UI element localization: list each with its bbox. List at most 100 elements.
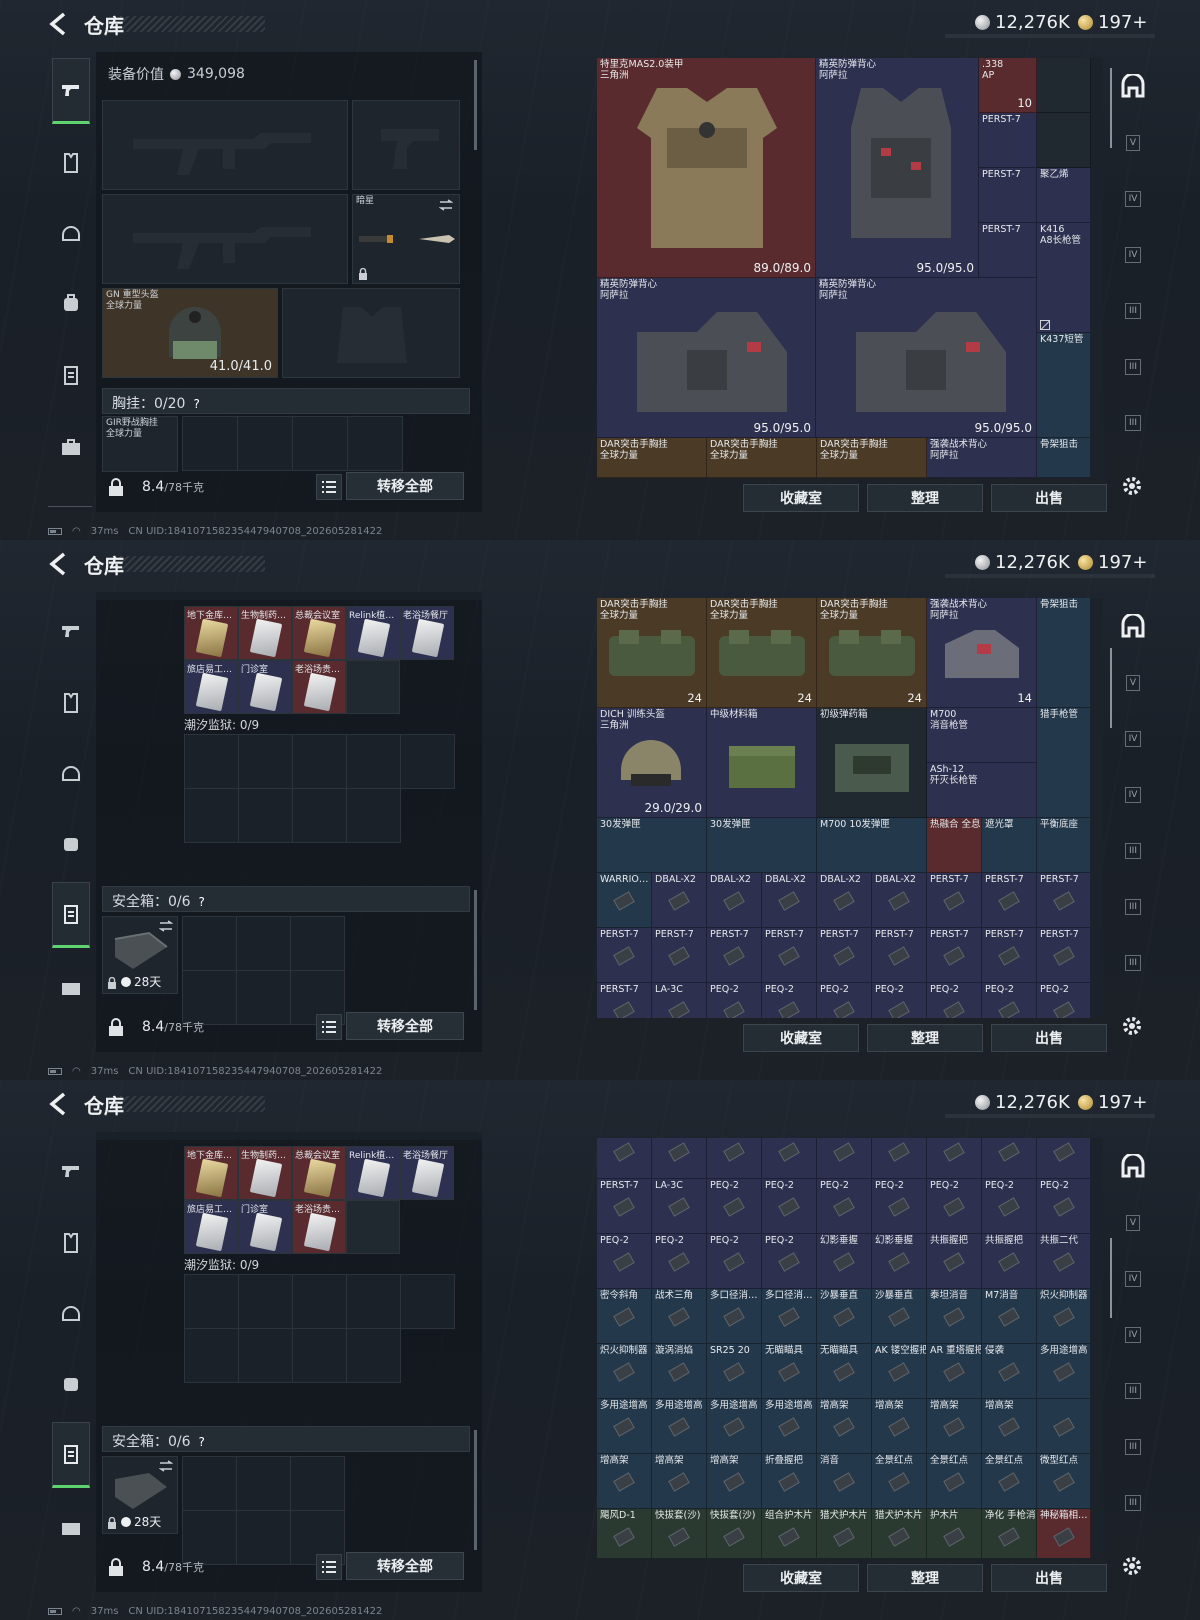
stash-item[interactable]: PEQ-2 — [927, 1179, 982, 1234]
stash-item[interactable]: 猎手枪管 — [1037, 708, 1091, 818]
nav-armor[interactable] — [52, 130, 90, 196]
stash-item[interactable]: 增高架 — [872, 1399, 927, 1454]
stash-item[interactable]: PEQ-2 — [872, 1179, 927, 1234]
nav-helmet[interactable] — [52, 200, 90, 266]
list-button[interactable] — [316, 474, 342, 500]
keycard-item[interactable]: Relink植… — [346, 606, 400, 660]
stash-item[interactable]: PEQ-2 — [762, 1234, 817, 1289]
keycard-item[interactable]: 总裁会议室 — [292, 606, 346, 660]
body-armor-slot[interactable] — [282, 288, 460, 378]
stash-tab[interactable]: III — [1118, 1432, 1148, 1462]
help-icon[interactable]: ? — [193, 397, 207, 411]
stash-tab-home[interactable] — [1118, 1152, 1148, 1182]
keycard-item[interactable]: 旅店易工… — [184, 1200, 238, 1254]
stash-tab[interactable]: V — [1118, 128, 1148, 158]
stash-item[interactable]: 多用途增高 — [597, 1399, 652, 1454]
nav-briefcase[interactable] — [52, 414, 90, 480]
keycard-item[interactable]: 老浴场餐厅 — [400, 606, 454, 660]
nav-weapons[interactable] — [52, 598, 90, 664]
safe-box-slot[interactable]: 28天 — [102, 916, 178, 994]
stash-item[interactable]: DAR突击手胸挂 全球力量 24 — [817, 598, 927, 708]
stash-item[interactable]: 净化 手枪消音 — [982, 1509, 1037, 1558]
nav-helmet[interactable] — [52, 740, 90, 806]
stash-item[interactable]: 增高架 — [927, 1399, 982, 1454]
stash-item[interactable]: 漩涡消焰 — [652, 1344, 707, 1399]
stash-item[interactable]: PEQ-2 — [762, 983, 817, 1018]
keycard-item[interactable]: 生物制药… — [238, 606, 292, 660]
stash-item[interactable]: DICH 训练头盔 三角洲 29.0/29.0 — [597, 708, 707, 818]
stash-item[interactable]: 组合护木片 — [762, 1509, 817, 1558]
grid-cell[interactable] — [348, 417, 403, 471]
back-arrow-icon[interactable] — [46, 551, 72, 577]
collection-button[interactable]: 收藏室 — [743, 1024, 859, 1052]
stash-item[interactable]: PERST-7 — [1037, 928, 1091, 983]
stash-item[interactable]: 泰坦消音 — [927, 1289, 982, 1344]
stash-item[interactable]: PEQ-2 — [982, 1179, 1037, 1234]
keycard-item[interactable]: 总裁会议室 — [292, 1146, 346, 1200]
gold-currency[interactable]: 197+ — [1078, 12, 1147, 33]
stash-item[interactable]: 精英防弹背心 阿萨拉 95.0/95.0 — [597, 278, 816, 438]
secondary-weapon-slot[interactable] — [102, 194, 348, 284]
stash-item[interactable]: DBAL-X2 — [872, 873, 927, 928]
stash-item-unlabeled[interactable] — [707, 1138, 762, 1179]
stash-item[interactable]: 精英防弹背心 阿萨拉 95.0/95.0 — [816, 58, 979, 278]
stash-item[interactable]: PEQ-2 — [817, 1179, 872, 1234]
stash-item[interactable]: PEQ-2 — [1037, 1179, 1091, 1234]
nav-briefcase[interactable] — [52, 1494, 90, 1560]
stash-tab[interactable]: III — [1118, 408, 1148, 438]
stash-item[interactable]: PERST-7 — [762, 928, 817, 983]
stash-item[interactable]: 快拔套(沙) — [707, 1509, 762, 1558]
stash-item[interactable]: 全景红点 — [927, 1454, 982, 1509]
stash-item[interactable]: PERST-7 — [982, 873, 1037, 928]
stash-item[interactable]: M700 10发弹匣 — [817, 818, 927, 873]
stash-item[interactable]: 共振握把 — [982, 1234, 1037, 1289]
stash-item[interactable]: DAR突击手胸挂 全球力量 24 — [707, 598, 817, 708]
stash-item[interactable]: 炽火抑制器 — [597, 1344, 652, 1399]
stash-item[interactable]: PEQ-2 — [1037, 983, 1091, 1018]
stash-item[interactable]: DAR突击手胸挂 全球力量 24 — [597, 598, 707, 708]
knife-slot[interactable]: 暗星 — [352, 194, 460, 284]
back-arrow-icon[interactable] — [46, 11, 72, 37]
gear-icon[interactable] — [1120, 1014, 1144, 1038]
nav-briefcase[interactable] — [52, 954, 90, 1020]
list-button[interactable] — [316, 1014, 342, 1040]
gear-icon[interactable] — [1120, 1554, 1144, 1578]
stash-tab[interactable]: IV — [1118, 184, 1148, 214]
swap-icon[interactable] — [439, 199, 453, 211]
stash-item[interactable]: DAR突击手胸挂 全球力量 — [597, 438, 707, 478]
chest-rig-slot[interactable]: GIR野战胸挂 全球力量 — [102, 416, 178, 472]
nav-weapons[interactable] — [52, 58, 90, 124]
stash-item[interactable]: 幻影垂握 — [817, 1234, 872, 1289]
stash-item[interactable]: 折叠握把 — [762, 1454, 817, 1509]
stash-item[interactable]: PEQ-2 — [927, 983, 982, 1018]
stash-item[interactable]: DBAL-X2 — [707, 873, 762, 928]
stash-item[interactable]: PERST-7 — [927, 873, 982, 928]
stash-item[interactable]: PEQ-2 — [707, 1234, 762, 1289]
stash-tab[interactable]: III — [1118, 296, 1148, 326]
stash-item[interactable]: 30发弹匣 — [597, 818, 707, 873]
stash-tab[interactable]: IV — [1118, 240, 1148, 270]
collection-button[interactable]: 收藏室 — [743, 484, 859, 512]
keycard-item[interactable]: 地下金库… — [184, 606, 238, 660]
stash-item[interactable]: 沙暴垂直 — [872, 1289, 927, 1344]
grid-cell[interactable] — [183, 417, 238, 471]
stash-item[interactable]: 骨架狙击 — [1037, 598, 1091, 708]
stash-item[interactable]: 密令斜角 — [597, 1289, 652, 1344]
stash-tab[interactable]: III — [1118, 836, 1148, 866]
stash-item-unlabeled[interactable] — [1037, 1399, 1091, 1454]
stash-item[interactable]: 微型红点 — [1037, 1454, 1091, 1509]
back-arrow-icon[interactable] — [46, 1091, 72, 1117]
grid-cell[interactable] — [293, 417, 348, 471]
stash-item-unlabeled[interactable] — [817, 1138, 872, 1179]
nav-weapons[interactable] — [52, 1138, 90, 1204]
keycard-empty[interactable] — [346, 660, 400, 714]
help-icon[interactable]: ? — [199, 895, 213, 909]
stash-item[interactable]: 特里克MAS2.0装甲 三角洲 89.0/89.0 — [597, 58, 816, 278]
keycard-item[interactable]: 地下金库… — [184, 1146, 238, 1200]
stash-item-unlabeled[interactable] — [982, 1138, 1037, 1179]
safe-box-slot[interactable]: 28天 — [102, 1456, 178, 1534]
stash-tab[interactable]: IV — [1118, 1264, 1148, 1294]
stash-item[interactable]: 沙暴垂直 — [817, 1289, 872, 1344]
stash-scrollbar[interactable] — [1110, 68, 1112, 148]
stash-item[interactable]: AR 重塔握把 — [927, 1344, 982, 1399]
